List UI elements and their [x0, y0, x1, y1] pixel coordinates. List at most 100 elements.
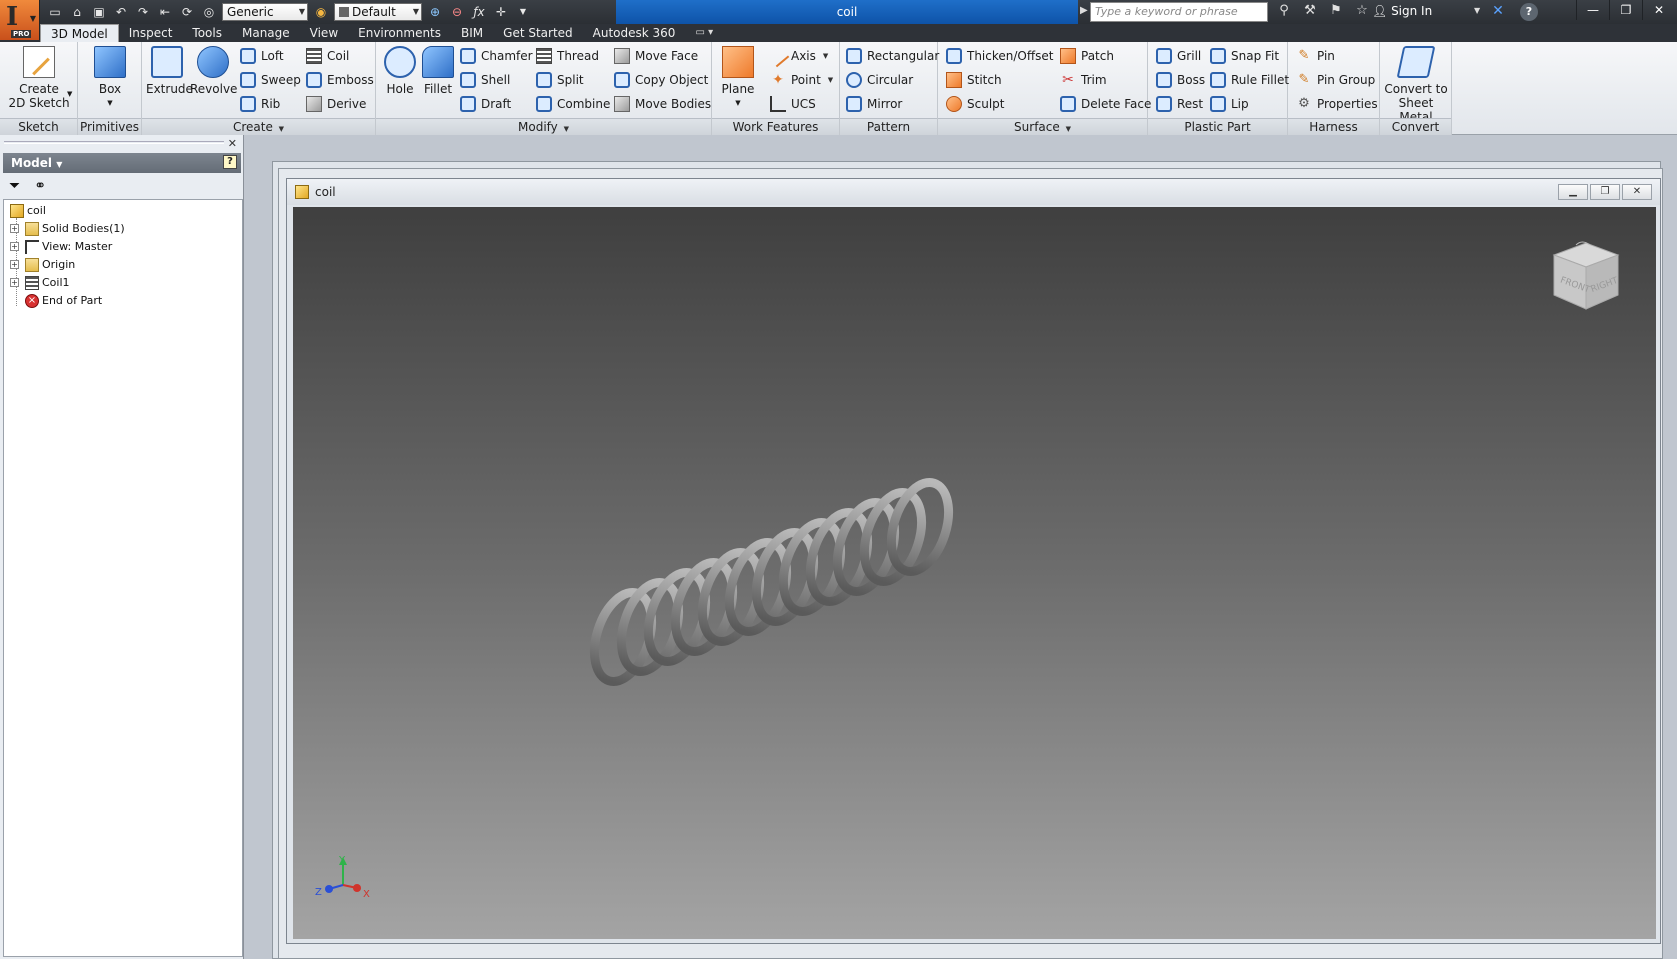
copy-object-button[interactable]: Copy Object [614, 70, 708, 90]
create-2d-sketch-button[interactable]: Create 2D Sketch [6, 46, 72, 110]
wrench-icon[interactable]: ⚒ [1300, 3, 1320, 18]
tab-autodesk-360[interactable]: Autodesk 360 [583, 24, 686, 42]
point-button[interactable]: ✦ Point ▼ [770, 70, 833, 90]
minimize-icon[interactable]: ▁ [1558, 184, 1588, 200]
tab-inspect[interactable]: Inspect [119, 24, 183, 42]
help-icon[interactable]: ? [1520, 3, 1538, 21]
expand-search-icon[interactable]: ▶ [1080, 5, 1088, 16]
tab-manage[interactable]: Manage [232, 24, 300, 42]
close-icon[interactable]: ✕ [1642, 0, 1675, 20]
mirror-button[interactable]: Mirror [846, 94, 902, 114]
expand-icon[interactable]: + [10, 260, 19, 269]
convert-to-sheet-metal-button[interactable]: Convert to Sheet Metal [1382, 46, 1450, 124]
trim-button[interactable]: ✂ Trim [1060, 70, 1106, 90]
color-wheel-icon[interactable]: ◉ [312, 3, 330, 21]
expand-icon[interactable]: + [10, 278, 19, 287]
subscription-icon[interactable]: ⚑ [1326, 3, 1346, 18]
appearance-combo[interactable]: Generic ▼ [222, 3, 308, 21]
rib-button[interactable]: Rib [240, 94, 280, 114]
sweep-button[interactable]: Sweep [240, 70, 301, 90]
move-bodies-button[interactable]: Move Bodies [614, 94, 711, 114]
thicken-offset-button[interactable]: Thicken/Offset [946, 46, 1053, 66]
tab-3d-model[interactable]: 3D Model [40, 24, 119, 42]
delete-face-button[interactable]: Delete Face [1060, 94, 1151, 114]
patch-button[interactable]: Patch [1060, 46, 1114, 66]
harness-properties-button[interactable]: ⚙ Properties [1296, 94, 1377, 114]
tree-item-origin[interactable]: + Origin [10, 256, 75, 273]
hole-button[interactable]: Hole [382, 46, 418, 96]
revolve-button[interactable]: Revolve [190, 46, 237, 96]
adjust-appearance-icon[interactable]: ⊕ [426, 3, 444, 21]
tree-item-root[interactable]: coil [10, 202, 46, 219]
browser-header[interactable]: Model ▼ ? [3, 153, 241, 173]
fx-parameters-icon[interactable]: ƒx [470, 3, 488, 21]
document-window-header[interactable]: coil ▁ ❐ ✕ [287, 179, 1660, 205]
clear-appearance-icon[interactable]: ⊖ [448, 3, 466, 21]
circular-pattern-button[interactable]: Circular [846, 70, 913, 90]
pin-group-button[interactable]: ✎ Pin Group [1296, 70, 1376, 90]
group-label-surface[interactable]: Surface ▼ [938, 118, 1147, 135]
chamfer-button[interactable]: Chamfer [460, 46, 533, 66]
box-button[interactable]: Box ▼ [88, 46, 132, 110]
tab-get-started[interactable]: Get Started [493, 24, 583, 42]
group-label-modify[interactable]: Modify ▼ [376, 118, 711, 135]
extrude-button[interactable]: Extrude [146, 46, 193, 96]
select-icon[interactable]: ◎ [200, 3, 218, 21]
pin-button[interactable]: ✎ Pin [1296, 46, 1335, 66]
browser-grip[interactable] [4, 141, 224, 144]
application-menu-button[interactable]: I PRO ▼ [0, 0, 40, 40]
derive-button[interactable]: Derive [306, 94, 366, 114]
tab-bim[interactable]: BIM [451, 24, 493, 42]
new-file-icon[interactable]: ▭ [46, 3, 64, 21]
tree-item-coil1[interactable]: + Coil1 [10, 274, 70, 291]
filter-icon[interactable]: ⏷ [9, 178, 20, 194]
star-icon[interactable]: ☆ [1352, 3, 1372, 18]
tree-item-end-of-part[interactable]: × End of Part [25, 292, 102, 309]
graphics-viewport[interactable]: FRONT RIGHT Y X Z [293, 207, 1656, 939]
save-icon[interactable]: ▣ [90, 3, 108, 21]
thread-button[interactable]: Thread [536, 46, 599, 66]
binoculars-icon[interactable]: ⚲ [1274, 3, 1294, 18]
chevron-down-icon[interactable]: ▼ [1474, 6, 1480, 15]
viewcube[interactable]: FRONT RIGHT [1546, 237, 1626, 317]
move-face-button[interactable]: Move Face [614, 46, 698, 66]
restore-icon[interactable]: ❐ [1590, 184, 1620, 200]
group-label-create[interactable]: Create ▼ [142, 118, 375, 135]
sculpt-button[interactable]: Sculpt [946, 94, 1004, 114]
rest-button[interactable]: Rest [1156, 94, 1203, 114]
tab-tools[interactable]: Tools [182, 24, 232, 42]
grill-button[interactable]: Grill [1156, 46, 1201, 66]
combine-button[interactable]: Combine [536, 94, 610, 114]
minimize-icon[interactable]: — [1576, 0, 1609, 20]
coil-button[interactable]: Coil [306, 46, 349, 66]
expand-icon[interactable]: + [10, 242, 19, 251]
shell-button[interactable]: Shell [460, 70, 510, 90]
open-folder-icon[interactable]: ⌂ [68, 3, 86, 21]
redo-icon[interactable]: ↷ [134, 3, 152, 21]
coil-model[interactable] [293, 207, 1656, 939]
lip-button[interactable]: Lip [1210, 94, 1249, 114]
snap-fit-button[interactable]: Snap Fit [1210, 46, 1279, 66]
binoculars-icon[interactable]: ⚭ [34, 178, 46, 194]
customize-qat-icon[interactable]: ▼ [514, 3, 532, 21]
draft-button[interactable]: Draft [460, 94, 511, 114]
split-button[interactable]: Split [536, 70, 584, 90]
rule-fillet-button[interactable]: Rule Fillet [1210, 70, 1289, 90]
search-input[interactable]: Type a keyword or phrase [1090, 2, 1268, 22]
tab-view[interactable]: View [300, 24, 348, 42]
tree-item-solid-bodies[interactable]: + Solid Bodies(1) [10, 220, 125, 237]
sign-in-link[interactable]: 👤︎ Sign In [1372, 4, 1432, 18]
close-icon[interactable]: ✕ [228, 137, 237, 150]
update-icon[interactable]: ⟳ [178, 3, 196, 21]
ucs-button[interactable]: UCS [770, 94, 816, 114]
material-combo[interactable]: Default ▼ [334, 3, 422, 21]
close-icon[interactable]: ✕ [1622, 184, 1652, 200]
restore-icon[interactable]: ❐ [1609, 0, 1642, 20]
loft-button[interactable]: Loft [240, 46, 284, 66]
exchange-apps-icon[interactable]: ✕ [1488, 3, 1508, 21]
ribbon-options-icon[interactable]: ▭ ▾ [685, 24, 723, 42]
undo-icon[interactable]: ↶ [112, 3, 130, 21]
rectangular-pattern-button[interactable]: Rectangular [846, 46, 939, 66]
emboss-button[interactable]: Emboss [306, 70, 374, 90]
boss-button[interactable]: Boss [1156, 70, 1205, 90]
